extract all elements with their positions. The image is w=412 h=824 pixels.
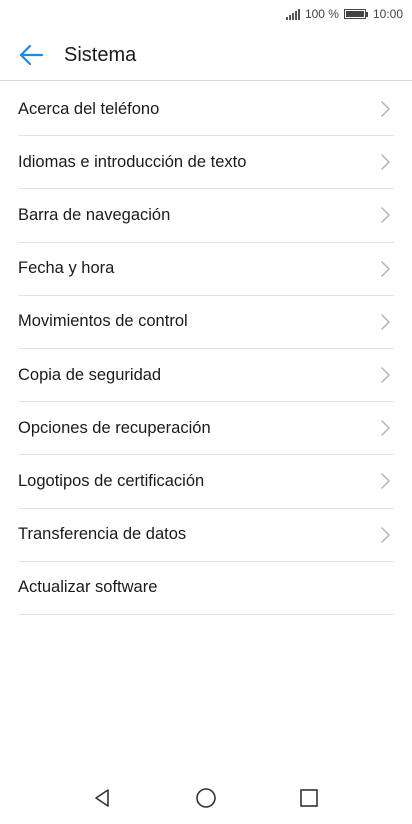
chevron-right-icon xyxy=(378,154,392,171)
page-title: Sistema xyxy=(64,44,137,66)
app-bar: Sistema xyxy=(0,30,412,81)
settings-item[interactable]: Idiomas e introducción de texto xyxy=(18,136,394,190)
battery-percent: 100 % xyxy=(304,7,339,21)
settings-item[interactable]: Movimientos de control xyxy=(18,296,394,349)
signal-icon xyxy=(285,8,300,20)
settings-item[interactable]: Actualizar software xyxy=(18,562,394,615)
battery-icon xyxy=(343,9,368,19)
chevron-right-icon xyxy=(378,526,392,543)
settings-item-label: Acerca del teléfono xyxy=(18,99,160,118)
settings-item-label: Movimientos de control xyxy=(18,312,188,331)
navigation-bar xyxy=(0,772,412,824)
status-indicators: 100 % 10:00 xyxy=(285,7,403,21)
chevron-right-icon xyxy=(378,101,392,117)
chevron-right-icon xyxy=(378,314,392,330)
nav-back-button[interactable] xyxy=(90,786,114,810)
chevron-right-icon xyxy=(378,207,392,224)
settings-item[interactable]: Barra de navegación xyxy=(18,189,394,243)
nav-recents-button[interactable] xyxy=(297,786,321,810)
settings-item-label: Logotipos de certificación xyxy=(18,471,205,490)
recents-square-icon xyxy=(300,789,318,807)
back-button[interactable] xyxy=(14,40,48,70)
settings-item[interactable]: Opciones de recuperación xyxy=(18,402,394,456)
chevron-right-icon xyxy=(378,260,392,277)
settings-item-label: Fecha y hora xyxy=(18,259,115,278)
settings-item-label: Actualizar software xyxy=(18,578,158,597)
settings-item[interactable]: Logotipos de certificación xyxy=(18,455,394,509)
back-triangle-icon xyxy=(95,789,109,807)
settings-item[interactable]: Transferencia de datos xyxy=(18,509,394,562)
settings-item-label: Idiomas e introducción de texto xyxy=(18,152,247,171)
settings-item-label: Opciones de recuperación xyxy=(18,418,211,437)
status-time: 10:00 xyxy=(372,7,403,21)
settings-item[interactable]: Copia de seguridad xyxy=(18,349,394,403)
settings-item[interactable]: Fecha y hora xyxy=(18,243,394,296)
status-bar: 100 % 10:00 xyxy=(0,0,412,30)
chevron-right-icon xyxy=(378,420,392,436)
chevron-right-icon xyxy=(378,473,392,490)
settings-item-label: Barra de navegación xyxy=(18,205,171,224)
settings-item-label: Copia de seguridad xyxy=(18,365,162,384)
settings-list: Acerca del teléfono Idiomas e introducció… xyxy=(18,83,394,615)
settings-item[interactable]: Acerca del teléfono xyxy=(18,83,394,137)
chevron-right-icon xyxy=(378,367,392,383)
home-circle-icon xyxy=(196,788,216,808)
nav-home-button[interactable] xyxy=(194,786,218,810)
settings-item-label: Transferencia de datos xyxy=(18,525,187,544)
arrow-left-icon xyxy=(19,44,44,66)
